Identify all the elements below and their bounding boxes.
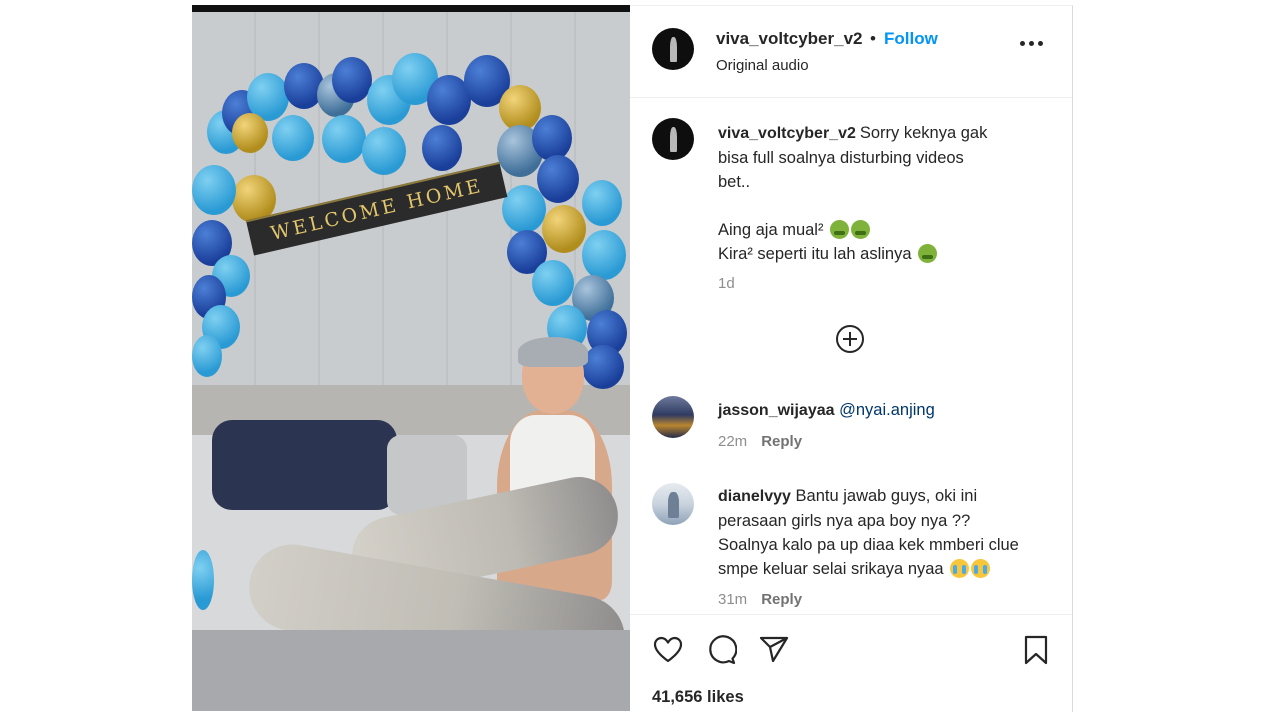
comment-icon[interactable]: [705, 634, 737, 666]
pillow-navy: [212, 420, 397, 510]
balloon: [332, 57, 372, 103]
heart-icon[interactable]: [652, 634, 684, 666]
caption-time[interactable]: 1d: [718, 272, 1038, 296]
balloon: [322, 115, 366, 163]
balloon: [232, 113, 268, 153]
balloon: [582, 230, 626, 280]
balloon: [542, 205, 586, 253]
header-separator: •: [870, 29, 876, 48]
comment-item: dianelvyy Bantu jawab guys, oki ini pera…: [718, 484, 1058, 612]
caption-line: bisa full soalnya disturbing videos: [718, 149, 964, 167]
comment-text: smpe keluar selai srikaya nyaa: [718, 560, 944, 578]
caption-line: [718, 194, 1038, 218]
comment-mention[interactable]: @nyai.anjing: [839, 401, 935, 419]
balloon: [582, 180, 622, 226]
author-avatar[interactable]: [652, 28, 694, 70]
balloon: [272, 115, 314, 161]
crying-face-emoji: [950, 559, 970, 578]
comment-text: perasaan girls nya apa boy nya ??: [718, 512, 971, 530]
header-divider: [630, 97, 1072, 98]
balloon: [532, 260, 574, 306]
likes-count[interactable]: 41,656 likes: [652, 688, 744, 707]
share-icon[interactable]: [758, 634, 790, 666]
comment-text: Soalnya kalo pa up diaa kek mmberi clue: [718, 536, 1019, 554]
post-caption: viva_voltcyber_v2 Sorry keknya gak bisa f…: [718, 121, 1038, 296]
comment-item: jasson_wijayaa @nyai.anjing 22m Reply: [718, 398, 1058, 454]
comment-avatar[interactable]: [652, 396, 694, 438]
balloon: [192, 165, 236, 215]
comment-username[interactable]: dianelvyy: [718, 488, 791, 505]
balloon: [502, 185, 546, 233]
comment-time[interactable]: 22m: [718, 433, 747, 450]
sick-face-emoji: [851, 220, 871, 239]
post-side-panel: viva_voltcyber_v2 • Follow Original audi…: [630, 5, 1073, 712]
audio-link[interactable]: Original audio: [716, 57, 809, 74]
sick-face-emoji: [918, 244, 938, 263]
caption-line: Sorry keknya gak: [859, 124, 988, 142]
balloon: [362, 127, 406, 175]
caption-line: bet..: [718, 173, 751, 191]
actions-divider: [630, 614, 1072, 615]
person-hair: [518, 337, 588, 367]
sick-face-emoji: [830, 220, 850, 239]
post-video[interactable]: WELCOME HOME: [192, 5, 630, 711]
video-top-bar: [192, 5, 630, 12]
bookmark-icon[interactable]: [1020, 634, 1052, 666]
caption-avatar[interactable]: [652, 118, 694, 160]
load-more-comments-icon[interactable]: [835, 324, 865, 354]
author-username[interactable]: viva_voltcyber_v2: [716, 29, 863, 49]
caption-line: Kira² seperti itu lah aslinya: [718, 245, 912, 263]
comment-time[interactable]: 31m: [718, 591, 747, 608]
balloon: [422, 125, 462, 171]
caption-line: Aing aja mual²: [718, 221, 824, 239]
reply-button[interactable]: Reply: [761, 433, 802, 450]
comment-username[interactable]: jasson_wijayaa: [718, 402, 835, 419]
follow-button[interactable]: Follow: [884, 29, 938, 49]
comment-text: Bantu jawab guys, oki ini: [795, 487, 978, 505]
balloon: [537, 155, 579, 203]
crying-face-emoji: [971, 559, 991, 578]
caption-username[interactable]: viva_voltcyber_v2: [718, 125, 856, 142]
reply-button[interactable]: Reply: [761, 591, 802, 608]
balloon: [532, 115, 572, 161]
balloon: [192, 335, 222, 377]
balloon: [582, 345, 624, 389]
more-options-icon[interactable]: [1020, 36, 1046, 50]
comment-avatar[interactable]: [652, 483, 694, 525]
video-foreground: [192, 630, 630, 711]
balloon: [192, 550, 214, 610]
